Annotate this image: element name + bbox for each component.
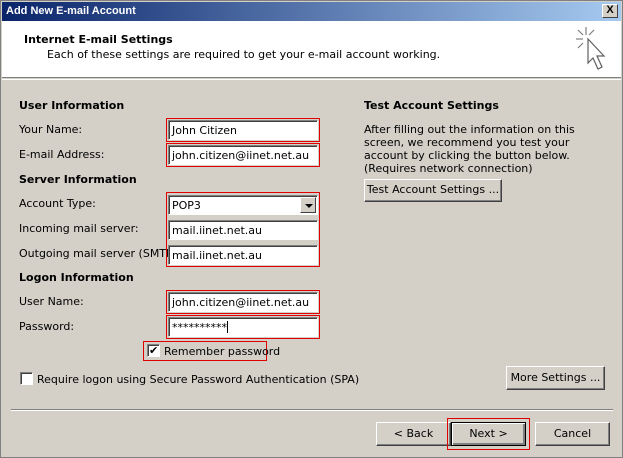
header-title: Internet E-mail Settings bbox=[24, 33, 173, 46]
remember-password-label[interactable]: Remember password bbox=[164, 345, 280, 358]
server-info-heading: Server Information bbox=[19, 173, 137, 186]
account-type-value: POP3 bbox=[172, 199, 201, 212]
incoming-server-label: Incoming mail server: bbox=[19, 222, 139, 235]
header-panel: Internet E-mail Settings Each of these s… bbox=[2, 21, 621, 78]
test-settings-description: After filling out the information on thi… bbox=[364, 123, 575, 175]
window-title: Add New E-mail Account bbox=[6, 5, 136, 17]
chevron-down-icon[interactable] bbox=[300, 197, 316, 213]
close-button[interactable]: X bbox=[602, 4, 618, 18]
account-type-label: Account Type: bbox=[19, 197, 96, 210]
more-settings-button[interactable]: More Settings ... bbox=[506, 366, 605, 390]
email-address-label: E-mail Address: bbox=[19, 148, 105, 161]
next-button[interactable]: Next > bbox=[451, 422, 526, 446]
spa-label[interactable]: Require logon using Secure Password Auth… bbox=[37, 373, 359, 386]
header-divider bbox=[2, 79, 621, 80]
your-name-input[interactable]: John Citizen bbox=[168, 120, 318, 140]
back-label: < Back bbox=[393, 427, 434, 440]
close-icon: X bbox=[606, 4, 614, 16]
your-name-label: Your Name: bbox=[19, 123, 83, 136]
outgoing-server-label: Outgoing mail server (SMTP): bbox=[19, 247, 181, 260]
remember-password-checkbox[interactable]: ✔ bbox=[147, 344, 160, 357]
more-settings-label: More Settings ... bbox=[510, 371, 601, 384]
test-account-settings-label: Test Account Settings ... bbox=[366, 183, 500, 196]
test-settings-heading: Test Account Settings bbox=[364, 99, 499, 112]
dialog-window: Add New E-mail Account X Internet E-mail… bbox=[0, 0, 623, 458]
checkmark-icon: ✔ bbox=[149, 344, 159, 357]
user-name-label: User Name: bbox=[19, 295, 84, 308]
sparkle-cursor-icon bbox=[576, 27, 606, 70]
incoming-server-input[interactable]: mail.iinet.net.au bbox=[168, 220, 318, 240]
footer-divider bbox=[11, 409, 613, 411]
logon-info-heading: Logon Information bbox=[19, 271, 134, 284]
spa-checkbox[interactable] bbox=[20, 372, 33, 385]
title-bar[interactable]: Add New E-mail Account X bbox=[2, 2, 621, 21]
back-button[interactable]: < Back bbox=[376, 422, 451, 446]
password-label: Password: bbox=[19, 320, 75, 333]
next-label: Next > bbox=[469, 427, 508, 440]
password-input[interactable]: ********** bbox=[168, 317, 318, 337]
password-value: ********** bbox=[172, 321, 227, 334]
user-info-heading: User Information bbox=[19, 99, 125, 112]
text-caret bbox=[227, 321, 228, 333]
email-address-input[interactable]: john.citizen@iinet.net.au bbox=[168, 145, 318, 165]
cancel-label: Cancel bbox=[553, 427, 592, 440]
test-account-settings-button[interactable]: Test Account Settings ... bbox=[364, 179, 502, 202]
user-name-input[interactable]: john.citizen@iinet.net.au bbox=[168, 292, 318, 312]
cancel-button[interactable]: Cancel bbox=[535, 422, 610, 446]
account-type-select[interactable]: POP3 bbox=[168, 195, 318, 215]
header-subtitle: Each of these settings are required to g… bbox=[47, 48, 441, 61]
outgoing-server-input[interactable]: mail.iinet.net.au bbox=[168, 245, 318, 265]
